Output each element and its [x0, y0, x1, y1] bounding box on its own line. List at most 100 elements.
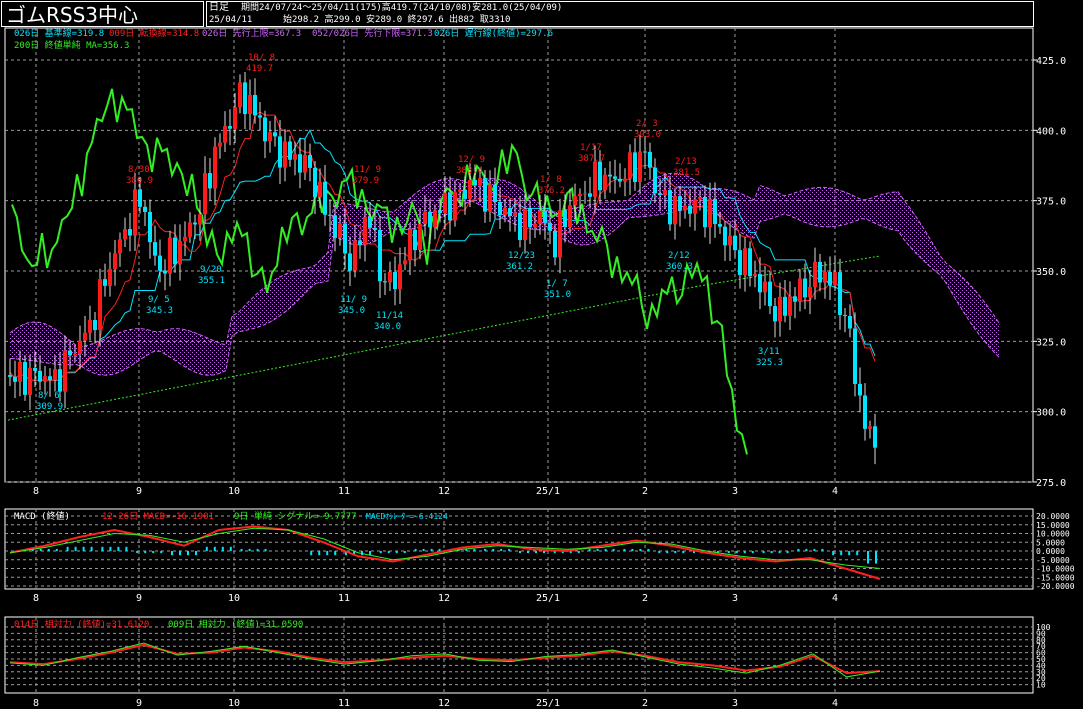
candle-body — [548, 222, 552, 231]
legend-senkou-b: 052/026日 先行下限=371.3 — [312, 29, 433, 39]
candle-body — [133, 189, 137, 236]
candle-body — [873, 426, 877, 448]
x-tick-label-macd: 10 — [228, 593, 240, 604]
candle-body — [618, 178, 622, 182]
rsi-y-tick-label: 20 — [1036, 674, 1046, 683]
candle-body — [373, 227, 377, 230]
candle-body — [698, 196, 702, 200]
candle-body — [148, 211, 152, 243]
annotation-date: 9/20 — [200, 265, 222, 275]
x-tick-label-rsi: 8 — [33, 698, 39, 709]
rsi-y-tick-label: 70 — [1036, 642, 1046, 651]
y-tick-label: 375.0 — [1036, 197, 1066, 208]
rsi-legend-14: 014日 相対力 (終値)=31.6120 — [14, 620, 150, 630]
candle-body — [513, 212, 517, 216]
rsi-y-tick-label: 80 — [1036, 636, 1046, 645]
candle-body — [848, 315, 852, 329]
candle-body — [568, 205, 572, 228]
annotation-value: 309.9 — [36, 402, 63, 412]
x-tick-label: 2 — [642, 486, 648, 497]
annotation-date: 11/ 9 — [340, 295, 367, 305]
candle-body — [243, 82, 247, 115]
candle-body — [533, 223, 537, 228]
candle-body — [768, 281, 772, 307]
x-tick-label: 9 — [136, 486, 142, 497]
candle-body — [198, 214, 202, 225]
candle-body — [688, 205, 692, 214]
candle-body — [333, 215, 337, 238]
candle-body — [143, 206, 147, 212]
candle-body — [588, 193, 592, 197]
macd-y-tick-label: -20.0000 — [1036, 582, 1075, 591]
candle-body — [118, 239, 122, 254]
candle-body — [368, 216, 372, 228]
candle-body — [493, 184, 497, 203]
candle-body — [73, 353, 77, 356]
header-title-box: ゴムRSS3中心 — [1, 1, 204, 27]
candle-body — [403, 260, 407, 265]
candle-body — [163, 270, 167, 274]
candle-body — [413, 229, 417, 251]
y-tick-label: 350.0 — [1036, 267, 1066, 278]
ohlc-label: 始298.2 高299.0 安289.0 終297.6 出882 取3310 — [283, 15, 511, 25]
candle-body — [538, 210, 542, 224]
candle-body — [443, 192, 447, 214]
candle-body — [213, 146, 217, 189]
candle-body — [598, 161, 602, 191]
candle-body — [823, 271, 827, 283]
candle-body — [528, 208, 532, 228]
candle-body — [108, 268, 112, 286]
annotation-value: 393.0 — [634, 130, 661, 140]
candle-body — [103, 279, 107, 286]
candle-body — [398, 264, 402, 290]
candle-body — [28, 367, 32, 395]
x-tick-label: 8 — [33, 486, 39, 497]
candle-body — [623, 178, 627, 182]
tenkan-line — [9, 111, 876, 382]
candle-body — [33, 367, 37, 371]
candle-body — [178, 241, 182, 265]
annotation-date: 12/ 9 — [458, 155, 485, 165]
candle-body — [868, 426, 872, 429]
candle-body — [343, 223, 347, 254]
macd-y-tick-label: 15.0000 — [1036, 521, 1070, 530]
rsi-legend-9: 009日 相対力 (終値)=31.0590 — [168, 620, 304, 630]
candle-body — [508, 208, 512, 216]
legend-kijun: 026日 基準線=319.8 — [14, 29, 105, 39]
date-label: 25/04/11 — [209, 15, 253, 25]
x-tick-label-macd: 2 — [642, 593, 648, 604]
candle-body — [288, 141, 292, 160]
candle-body — [173, 237, 177, 265]
annotation-date: 9/ 5 — [148, 295, 170, 305]
legend-ma200: 200日 終値単純 MA=356.3 — [14, 41, 130, 51]
x-tick-label-macd: 25/1 — [536, 593, 560, 604]
candle-body — [168, 237, 172, 274]
annotation-value: 419.7 — [246, 64, 273, 74]
candle-body — [408, 229, 412, 261]
annotation-value: 360.3 — [666, 262, 693, 272]
candle-body — [358, 240, 362, 245]
candle-body — [643, 151, 647, 153]
candle-body — [853, 328, 857, 384]
candle-body — [18, 362, 22, 382]
timeframe-label: 日足 — [209, 2, 229, 13]
signal-line — [9, 527, 881, 569]
candle-body — [248, 95, 252, 115]
rsi-y-tick-label: 90 — [1036, 629, 1046, 638]
y-tick-label: 325.0 — [1036, 337, 1066, 348]
candle-body — [813, 261, 817, 288]
candle-body — [468, 179, 472, 199]
annotation-value: 379.9 — [352, 176, 379, 186]
x-tick-label-rsi: 12 — [438, 698, 450, 709]
candle-body — [258, 115, 262, 118]
candle-body — [48, 376, 52, 381]
candle-body — [193, 222, 197, 225]
candle-body — [88, 320, 92, 333]
rsi9-line — [9, 642, 881, 678]
annotation-value: 387.7 — [578, 154, 605, 164]
x-tick-label-macd: 8 — [33, 593, 39, 604]
candle-body — [473, 179, 477, 186]
annotation-value: 351.0 — [544, 290, 571, 300]
candle-body — [648, 151, 652, 168]
rsi-y-tick-label: 60 — [1036, 649, 1046, 658]
